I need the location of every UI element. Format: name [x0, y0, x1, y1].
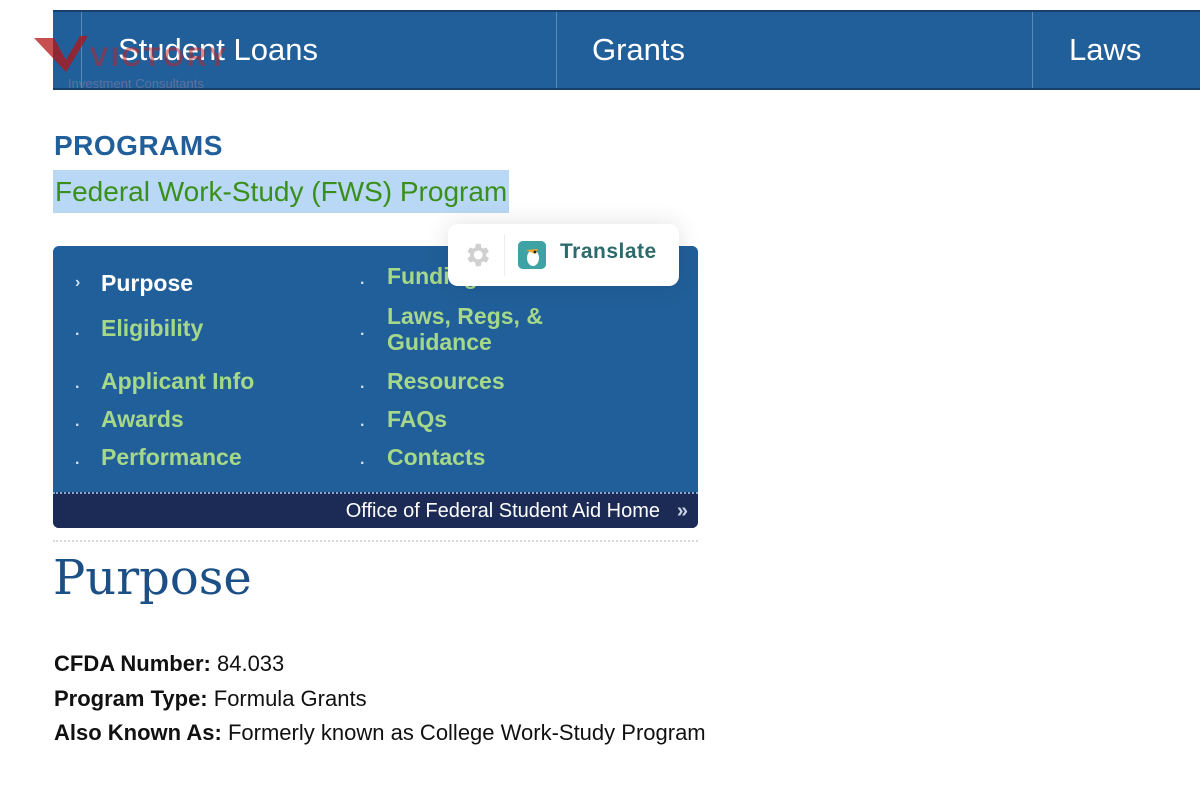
section-divider: [53, 540, 698, 542]
bullet-icon: .: [360, 322, 365, 339]
active-arrow-icon: ›: [75, 274, 81, 291]
menu-item-laws-regs-guidance[interactable]: Laws, Regs, & Guidance: [387, 303, 543, 355]
bullet-icon: .: [360, 451, 365, 468]
nav-student-loans[interactable]: Student Loans: [82, 12, 557, 88]
bullet-icon: .: [75, 413, 80, 430]
menu-item-awards[interactable]: Awards: [101, 406, 184, 432]
menu-item-eligibility[interactable]: Eligibility: [101, 315, 203, 341]
bullet-icon: .: [360, 413, 365, 430]
menu-item-faqs[interactable]: FAQs: [387, 406, 447, 432]
popup-separator: [504, 234, 505, 276]
menu-item-purpose[interactable]: Purpose: [101, 270, 193, 296]
nav-grants[interactable]: Grants: [557, 12, 1033, 88]
info-cfda-number: CFDA Number: 84.033: [54, 651, 284, 677]
bullet-icon: .: [75, 451, 80, 468]
info-label: CFDA Number:: [54, 651, 211, 676]
menu-item-laws-line2: Guidance: [387, 329, 492, 355]
section-eyebrow: PROGRAMS: [54, 130, 223, 161]
menu-item-resources[interactable]: Resources: [387, 368, 505, 394]
top-navigation-bar: Student Loans Grants Laws: [53, 10, 1200, 90]
translate-logo-icon: [518, 241, 546, 269]
info-label: Program Type:: [54, 686, 208, 711]
double-chevron-right-icon: »: [676, 500, 688, 522]
menu-item-laws-line1: Laws, Regs, &: [387, 303, 543, 329]
menu-item-performance[interactable]: Performance: [101, 444, 242, 470]
info-value: 84.033: [216, 651, 285, 676]
menu-item-contacts[interactable]: Contacts: [387, 444, 485, 470]
translate-button[interactable]: Translate: [560, 240, 657, 264]
menu-item-applicant-info[interactable]: Applicant Info: [101, 368, 254, 394]
translate-popup: Translate: [448, 224, 679, 286]
info-value: Formerly known as College Work-Study Pro…: [227, 720, 706, 745]
info-value: Formula Grants: [213, 686, 367, 711]
page-title: Federal Work-Study (FWS) Program: [53, 170, 510, 213]
menu-footer: Office of Federal Student Aid Home »: [53, 492, 698, 528]
program-menu: › Purpose . Eligibility . Applicant Info…: [53, 246, 698, 528]
nav-left-edge: [53, 12, 82, 88]
bullet-icon: .: [75, 322, 80, 339]
fsa-home-link[interactable]: Office of Federal Student Aid Home: [346, 500, 660, 523]
info-also-known-as: Also Known As: Formerly known as College…: [54, 720, 706, 746]
info-label: Also Known As:: [54, 720, 222, 745]
bullet-icon: .: [360, 271, 365, 288]
gear-icon[interactable]: [462, 240, 492, 270]
toucan-icon: [518, 241, 546, 269]
purpose-heading: Purpose: [53, 550, 252, 606]
nav-laws[interactable]: Laws: [1033, 12, 1200, 88]
info-program-type: Program Type: Formula Grants: [54, 686, 367, 712]
bullet-icon: .: [360, 375, 365, 392]
bullet-icon: .: [75, 375, 80, 392]
